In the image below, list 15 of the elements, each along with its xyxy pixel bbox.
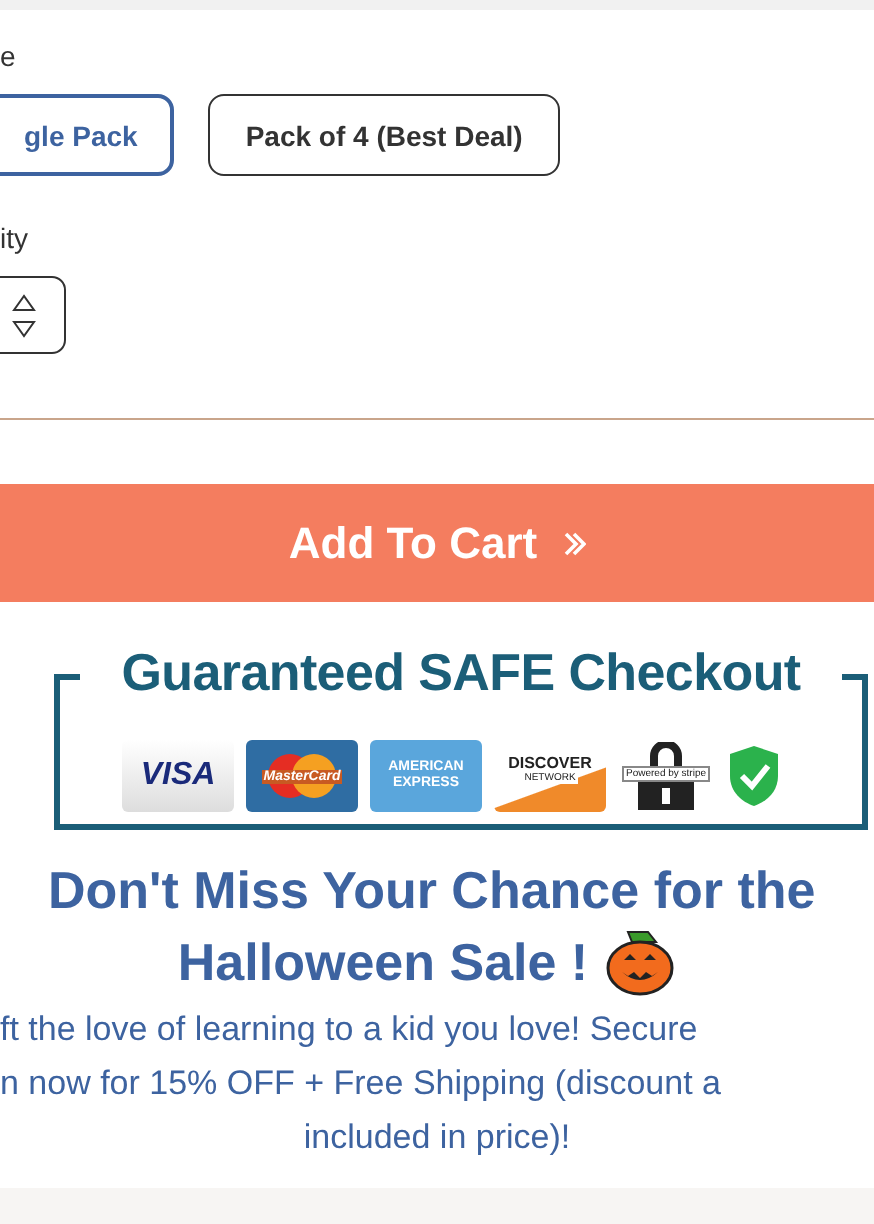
pumpkin-icon: [604, 928, 677, 996]
quantity-label: ity: [0, 220, 30, 256]
chevron-icon: [561, 529, 586, 557]
promo-heading: Don't Miss Your Chance for the: [46, 858, 818, 924]
quantity-field[interactable]: [0, 276, 66, 354]
size-label: e: [0, 38, 18, 74]
increment-icon[interactable]: [12, 293, 36, 311]
size-option[interactable]: gle Pack: [0, 94, 174, 176]
size-option[interactable]: Pack of 4 (Best Deal): [207, 94, 561, 176]
promo-text: included in price)!: [301, 1116, 573, 1160]
promo-text: ft the love of learning to a kid you love! Secure: [0, 1008, 700, 1052]
decrement-icon[interactable]: [12, 319, 36, 337]
shield-check-icon: [726, 744, 782, 808]
promo-text: n now for 15% OFF + Free Shipping (discount a: [0, 1062, 723, 1106]
promo-heading: Halloween Sale !: [177, 930, 589, 996]
